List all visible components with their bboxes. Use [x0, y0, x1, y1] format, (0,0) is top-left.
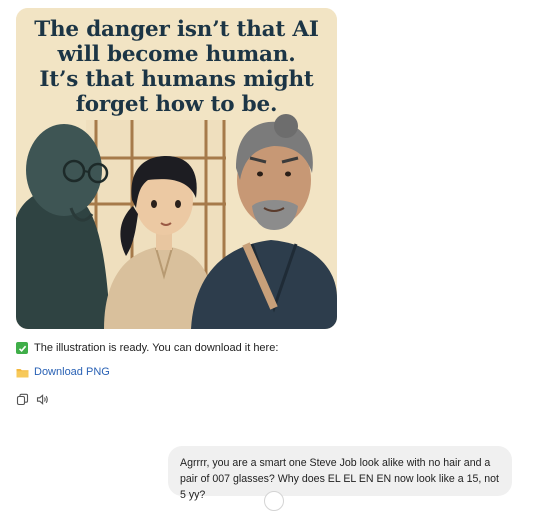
speaker-icon[interactable]: [34, 391, 50, 407]
generated-image[interactable]: The danger isn’t that AI will become hum…: [16, 8, 337, 329]
status-text: The illustration is ready. You can downl…: [34, 342, 279, 354]
assistant-status-line: The illustration is ready. You can downl…: [16, 340, 278, 356]
check-box-icon: [16, 342, 28, 354]
download-row: Download PNG: [16, 364, 110, 380]
folder-icon: [16, 367, 29, 378]
image-caption: The danger isn’t that AI will become hum…: [16, 8, 337, 133]
user-message-text: Agrrrr, you are a smart one Steve Job lo…: [180, 457, 499, 501]
scroll-down-button[interactable]: [264, 491, 284, 511]
copy-icon[interactable]: [14, 391, 30, 407]
message-actions: [14, 391, 50, 407]
caption-text: The danger isn’t that AI will become hum…: [34, 16, 319, 117]
user-message-bubble: Agrrrr, you are a smart one Steve Job lo…: [168, 446, 512, 501]
download-png-link[interactable]: Download PNG: [34, 366, 110, 378]
